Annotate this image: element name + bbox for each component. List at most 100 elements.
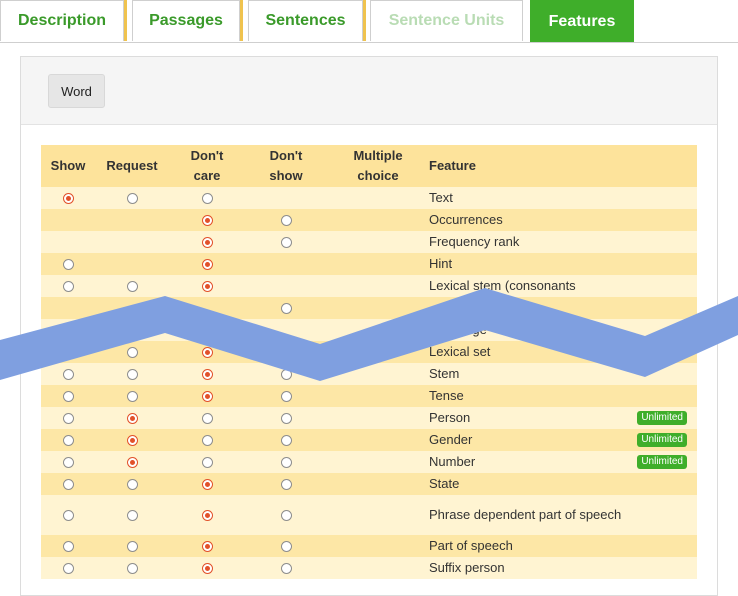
dontshow-radio[interactable] bbox=[280, 237, 292, 249]
dontcare-radio[interactable] bbox=[201, 510, 213, 522]
dontshow-radio[interactable] bbox=[280, 369, 292, 381]
dontcare-radio[interactable] bbox=[201, 237, 213, 249]
cell-show bbox=[41, 473, 95, 495]
show-radio[interactable] bbox=[62, 563, 74, 575]
show-radio[interactable] bbox=[62, 281, 74, 293]
dontcare-radio[interactable] bbox=[201, 215, 213, 227]
cell-dontshow bbox=[245, 495, 327, 535]
cell-request bbox=[95, 385, 169, 407]
show-radio[interactable] bbox=[62, 347, 74, 359]
dontcare-radio[interactable] bbox=[201, 369, 213, 381]
show-radio[interactable] bbox=[62, 435, 74, 447]
dont-care-line-2: care bbox=[193, 168, 221, 183]
cell-show bbox=[41, 429, 95, 451]
table-header-row: Show Request Don't care Don't show Multipl… bbox=[41, 145, 697, 187]
table-row: State bbox=[41, 473, 697, 495]
table-row: Lexical stem (consonants bbox=[41, 275, 697, 297]
cell-multiple-choice bbox=[327, 557, 429, 579]
feature-cell: State bbox=[429, 473, 697, 495]
feature-cell: Gender Unlimited bbox=[429, 429, 697, 451]
cell-request bbox=[95, 297, 169, 319]
dontcare-radio[interactable] bbox=[201, 391, 213, 403]
request-radio[interactable] bbox=[126, 435, 138, 447]
dontshow-radio[interactable] bbox=[280, 510, 292, 522]
request-radio[interactable] bbox=[126, 413, 138, 425]
show-radio[interactable] bbox=[62, 413, 74, 425]
cell-request bbox=[95, 187, 169, 209]
cell-request bbox=[95, 253, 169, 275]
dontcare-radio[interactable] bbox=[201, 413, 213, 425]
request-radio[interactable] bbox=[126, 457, 138, 469]
dontshow-radio[interactable] bbox=[280, 347, 292, 359]
cell-show bbox=[41, 407, 95, 429]
feature-cell: Number Unlimited bbox=[429, 451, 697, 473]
column-header-multiple-choice: Multiple choice bbox=[327, 145, 429, 187]
request-radio[interactable] bbox=[126, 391, 138, 403]
dontshow-radio[interactable] bbox=[280, 457, 292, 469]
dontcare-radio[interactable] bbox=[201, 193, 213, 205]
dontshow-radio[interactable] bbox=[280, 435, 292, 447]
cell-multiple-choice bbox=[327, 187, 429, 209]
show-radio[interactable] bbox=[62, 259, 74, 271]
dontshow-radio[interactable] bbox=[280, 563, 292, 575]
dontcare-radio[interactable] bbox=[201, 541, 213, 553]
dontshow-radio[interactable] bbox=[280, 391, 292, 403]
request-radio[interactable] bbox=[126, 563, 138, 575]
table-row: Frequency rank bbox=[41, 231, 697, 253]
dontcare-radio[interactable] bbox=[201, 347, 213, 359]
request-radio[interactable] bbox=[126, 347, 138, 359]
cell-multiple-choice bbox=[327, 495, 429, 535]
feature-label: State bbox=[429, 476, 460, 491]
show-radio[interactable] bbox=[62, 479, 74, 491]
show-radio[interactable] bbox=[62, 541, 74, 553]
cell-dontshow bbox=[245, 363, 327, 385]
dontshow-radio[interactable] bbox=[280, 479, 292, 491]
cell-dontcare bbox=[169, 385, 245, 407]
show-radio[interactable] bbox=[62, 457, 74, 469]
dontcare-radio[interactable] bbox=[201, 259, 213, 271]
table-row: Number Unlimited bbox=[41, 451, 697, 473]
cell-request bbox=[95, 319, 169, 341]
request-radio[interactable] bbox=[126, 541, 138, 553]
cell-dontcare bbox=[169, 275, 245, 297]
dontshow-radio[interactable] bbox=[280, 541, 292, 553]
request-radio[interactable] bbox=[126, 510, 138, 522]
dontcare-radio[interactable] bbox=[201, 479, 213, 491]
cell-show bbox=[41, 363, 95, 385]
feature-cell: Person Unlimited bbox=[429, 407, 697, 429]
cell-dontcare bbox=[169, 557, 245, 579]
dontcare-radio[interactable] bbox=[201, 281, 213, 293]
feature-cell: Text bbox=[429, 187, 697, 209]
show-radio[interactable] bbox=[62, 193, 74, 205]
cell-multiple-choice bbox=[327, 297, 429, 319]
tab-description[interactable]: Description bbox=[0, 0, 124, 41]
dontcare-radio[interactable] bbox=[201, 435, 213, 447]
dontcare-radio[interactable] bbox=[201, 325, 213, 337]
cell-show bbox=[41, 451, 95, 473]
request-radio[interactable] bbox=[126, 369, 138, 381]
dontcare-radio[interactable] bbox=[201, 563, 213, 575]
tab-passages[interactable]: Passages bbox=[132, 0, 240, 41]
tab-features[interactable]: Features bbox=[530, 0, 634, 42]
request-radio[interactable] bbox=[126, 479, 138, 491]
dontcare-radio[interactable] bbox=[201, 457, 213, 469]
word-button[interactable]: Word bbox=[48, 74, 105, 108]
dontshow-radio[interactable] bbox=[280, 215, 292, 227]
show-radio[interactable] bbox=[62, 391, 74, 403]
cell-show bbox=[41, 535, 95, 557]
cell-dontshow bbox=[245, 385, 327, 407]
feature-cell: Stem bbox=[429, 363, 697, 385]
request-radio[interactable] bbox=[126, 281, 138, 293]
dontshow-radio[interactable] bbox=[280, 303, 292, 315]
cell-multiple-choice bbox=[327, 209, 429, 231]
request-radio[interactable] bbox=[126, 325, 138, 337]
cell-dontshow bbox=[245, 319, 327, 341]
show-radio[interactable] bbox=[62, 369, 74, 381]
request-radio[interactable] bbox=[126, 193, 138, 205]
show-radio[interactable] bbox=[62, 510, 74, 522]
cell-request bbox=[95, 363, 169, 385]
column-header-dont-care: Don't care bbox=[169, 145, 245, 187]
tab-sentences[interactable]: Sentences bbox=[248, 0, 363, 41]
dontshow-radio[interactable] bbox=[280, 413, 292, 425]
cell-show bbox=[41, 187, 95, 209]
